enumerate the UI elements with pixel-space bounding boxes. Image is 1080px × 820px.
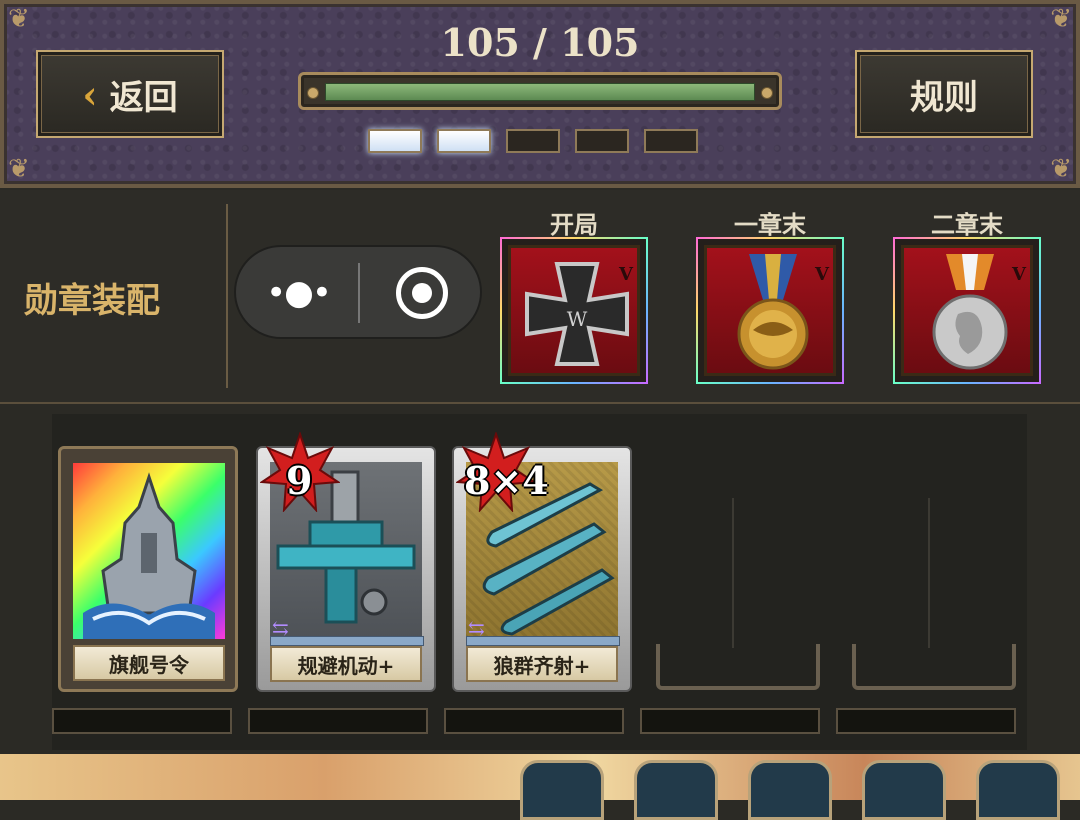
card-cost: 9 [260, 432, 340, 512]
slot-base [656, 644, 820, 690]
card-name: 旗舰号令 [73, 645, 225, 681]
progress-bar-fill [325, 83, 755, 101]
mini-program-capsule: •●• [234, 245, 482, 339]
slot-guide-line [732, 498, 734, 648]
card-name: 狼群齐射+ [466, 646, 618, 682]
slot-base [852, 644, 1016, 690]
card-cost-value: 8×4 [464, 457, 549, 503]
chevron-left-icon: ‹ [82, 71, 98, 117]
medal-rank-mark: V [1012, 264, 1026, 285]
rivet-icon [307, 87, 319, 99]
medal-slot-start[interactable]: W V [500, 237, 648, 384]
stage-pip-empty [644, 129, 698, 153]
card-upgrade-bar [270, 636, 424, 646]
rules-button-label: 规则 [910, 77, 978, 118]
bottom-menu-button[interactable] [748, 760, 832, 820]
close-target-icon[interactable] [396, 267, 448, 319]
back-button[interactable]: ‹ 返回 [36, 50, 224, 138]
bottom-menu-button[interactable] [862, 760, 946, 820]
card-sub-bar [836, 708, 1016, 734]
card-sub-bar [248, 708, 428, 734]
card-name: 规避机动+ [270, 646, 422, 682]
slot-guide-line [928, 498, 930, 648]
svg-text:W: W [567, 307, 588, 331]
medal-section-title: 勋章装配 [24, 281, 160, 321]
corner-ornament-icon: ❦ [8, 154, 30, 184]
card-sub-bar [52, 708, 232, 734]
bottom-menu-button[interactable] [634, 760, 718, 820]
medal-slot-chapter2[interactable]: V [893, 237, 1041, 384]
card-wolfpack-salvo[interactable]: 8×4 ⇆ 狼群齐射+ [452, 432, 632, 692]
card-cost-value: 9 [286, 457, 313, 503]
medal-slot-label: 开局 [550, 210, 598, 239]
more-icon[interactable]: •●• [266, 273, 332, 313]
rules-button[interactable]: 规则 [855, 50, 1033, 138]
card-sub-bar [640, 708, 820, 734]
stage-pip-empty [506, 129, 560, 153]
medal-rank-mark: V [619, 264, 633, 285]
card-cost: 8×4 [456, 432, 549, 512]
battleship-icon [83, 472, 215, 639]
stage-pip-empty [575, 129, 629, 153]
stage-pip-filled [437, 129, 491, 153]
empty-card-slot[interactable] [844, 470, 1024, 690]
card-sub-bar [444, 708, 624, 734]
medal-slot-label: 二章末 [931, 210, 1003, 239]
bottom-menu-button[interactable] [520, 760, 604, 820]
stage-pip-filled [368, 129, 422, 153]
medal-slot-label: 一章末 [734, 210, 806, 239]
bottom-menu-button[interactable] [976, 760, 1060, 820]
medal-rank-mark: V [815, 264, 829, 285]
card-flagship-order[interactable]: 旗舰号令 [58, 446, 238, 692]
stage-indicator [368, 129, 698, 153]
rivet-icon [761, 87, 773, 99]
card-evasive-maneuver[interactable]: 9 ⇆ 规避机动+ [256, 432, 436, 692]
medal-slot-chapter1[interactable]: V [696, 237, 844, 384]
corner-ornament-icon: ❦ [1050, 154, 1072, 184]
card-upgrade-bar [466, 636, 620, 646]
divider [226, 204, 228, 388]
progress-bar [298, 72, 782, 110]
card-art [73, 463, 225, 639]
back-button-label: 返回 [109, 77, 178, 118]
divider [358, 263, 360, 323]
empty-card-slot[interactable] [648, 470, 828, 690]
